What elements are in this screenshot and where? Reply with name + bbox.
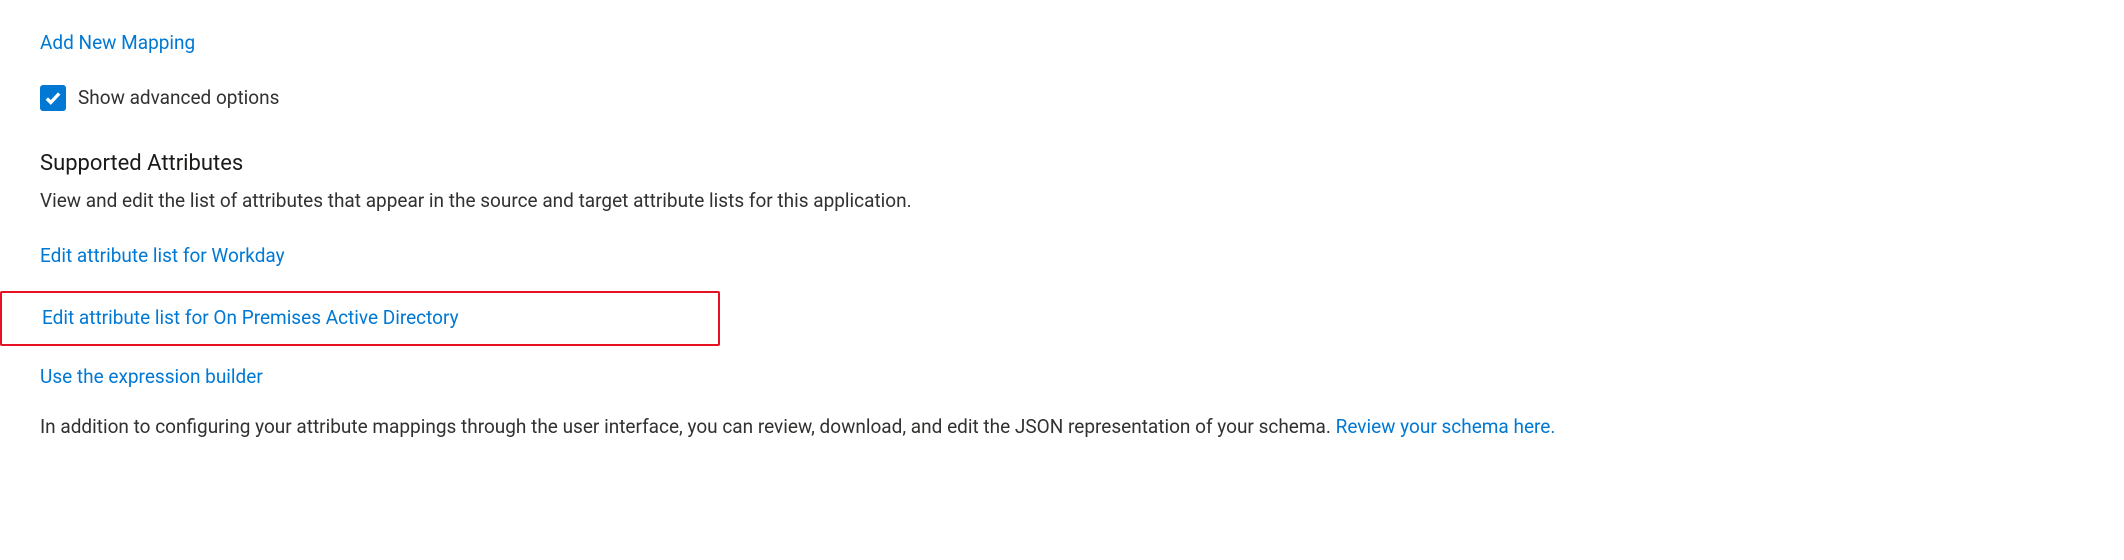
add-new-mapping-link[interactable]: Add New Mapping bbox=[40, 31, 195, 54]
review-schema-link[interactable]: Review your schema here. bbox=[1336, 415, 1556, 438]
add-mapping-row: Add New Mapping bbox=[40, 30, 2084, 57]
edit-workday-link[interactable]: Edit attribute list for Workday bbox=[40, 244, 285, 267]
edit-onprem-ad-link[interactable]: Edit attribute list for On Premises Acti… bbox=[42, 305, 459, 332]
show-advanced-options-checkbox[interactable] bbox=[40, 85, 66, 111]
highlighted-link-box: Edit attribute list for On Premises Acti… bbox=[0, 291, 720, 346]
advanced-options-row: Show advanced options bbox=[40, 85, 2084, 112]
expression-builder-row: Use the expression builder bbox=[40, 364, 2084, 391]
checkmark-icon bbox=[44, 89, 62, 107]
json-paragraph-text: In addition to configuring your attribut… bbox=[40, 415, 1336, 438]
advanced-options-label: Show advanced options bbox=[78, 85, 279, 112]
expression-builder-link[interactable]: Use the expression builder bbox=[40, 365, 263, 388]
attribute-mapping-section: Add New Mapping Show advanced options Su… bbox=[0, 0, 2124, 471]
json-representation-paragraph: In addition to configuring your attribut… bbox=[40, 414, 2084, 441]
supported-attributes-description: View and edit the list of attributes tha… bbox=[40, 188, 2084, 215]
edit-workday-row: Edit attribute list for Workday bbox=[40, 243, 2084, 270]
supported-attributes-heading: Supported Attributes bbox=[40, 149, 2084, 180]
